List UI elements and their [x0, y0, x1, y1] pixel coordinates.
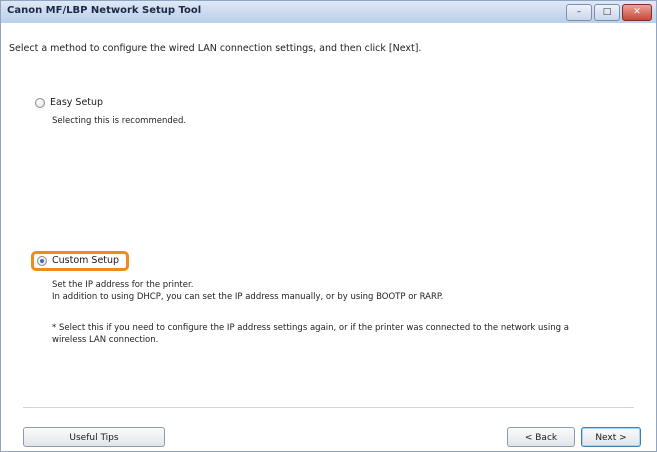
close-button[interactable]: ✕ — [622, 4, 652, 21]
custom-setup-note-line: * Select this if you need to configure t… — [52, 323, 569, 333]
easy-setup-radio[interactable] — [35, 97, 45, 108]
custom-setup-label: Custom Setup — [52, 255, 120, 266]
maximize-button[interactable]: □ — [594, 4, 620, 21]
next-button[interactable]: Next > — [581, 427, 641, 447]
custom-setup-option[interactable]: Custom Setup — [37, 255, 119, 266]
custom-setup-radio[interactable] — [37, 255, 47, 266]
title-bar[interactable]: Canon MF/LBP Network Setup Tool – □ ✕ — [1, 1, 656, 23]
easy-setup-description: Selecting this is recommended. — [52, 116, 187, 126]
maximize-icon: □ — [602, 7, 612, 17]
back-button[interactable]: < Back — [507, 427, 575, 447]
custom-setup-note-line: wireless LAN connection. — [52, 335, 159, 345]
easy-setup-label: Easy Setup — [50, 97, 104, 108]
setup-window: Canon MF/LBP Network Setup Tool – □ ✕ Se… — [0, 0, 657, 452]
custom-setup-description-line: In addition to using DHCP, you can set t… — [52, 292, 444, 302]
window-controls: – □ ✕ — [566, 4, 652, 21]
dialog-content: Select a method to configure the wired L… — [1, 23, 656, 451]
footer-separator — [23, 407, 634, 408]
close-icon: ✕ — [633, 7, 641, 17]
useful-tips-button[interactable]: Useful Tips — [23, 427, 165, 447]
instruction-text: Select a method to configure the wired L… — [9, 43, 422, 54]
minimize-icon: – — [576, 7, 582, 17]
window-title: Canon MF/LBP Network Setup Tool — [7, 5, 202, 16]
custom-setup-note: * Select this if you need to configure t… — [52, 322, 569, 346]
custom-setup-description: Set the IP address for the printer. In a… — [52, 279, 443, 303]
custom-setup-description-line: Set the IP address for the printer. — [52, 280, 194, 290]
easy-setup-option[interactable]: Easy Setup — [35, 97, 103, 108]
minimize-button[interactable]: – — [566, 4, 592, 21]
